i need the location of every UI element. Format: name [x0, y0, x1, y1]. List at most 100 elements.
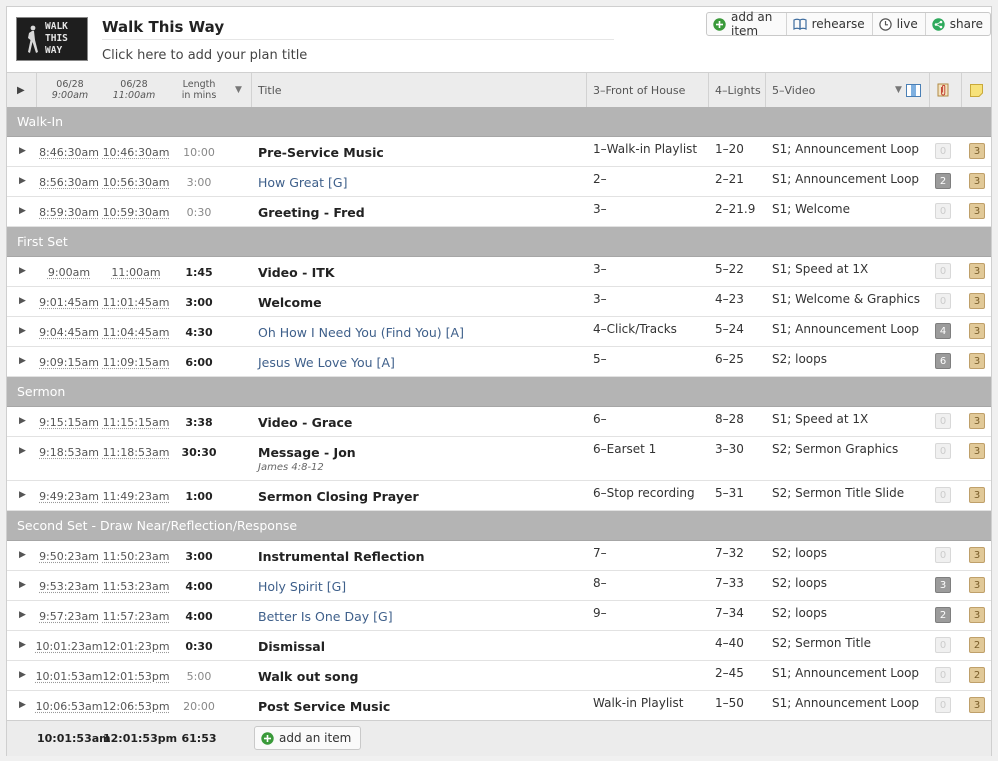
- notes-count-badge[interactable]: 3: [969, 547, 985, 563]
- item-length[interactable]: 30:30: [172, 446, 226, 459]
- attachment-count-badge[interactable]: 2: [935, 173, 951, 189]
- notes-count-badge[interactable]: 3: [969, 143, 985, 159]
- plan-item-row[interactable]: ▶ 9:01:45am 11:01:45am 3:00 Welcome 3– 4–23 S1;…: [7, 287, 991, 317]
- item-time-1[interactable]: 9:04:45am: [31, 326, 107, 339]
- attachment-count-badge[interactable]: 4: [935, 323, 951, 339]
- play-item-icon[interactable]: ▶: [19, 490, 26, 500]
- plan-logo[interactable]: WALK THIS WAY: [16, 17, 88, 61]
- live-button[interactable]: live: [873, 13, 926, 35]
- item-lights[interactable]: 2–21: [715, 172, 744, 186]
- notes-count-badge[interactable]: 3: [969, 263, 985, 279]
- notes-count-badge[interactable]: 3: [969, 173, 985, 189]
- play-item-icon[interactable]: ▶: [19, 296, 26, 306]
- attachment-count-badge[interactable]: 0: [935, 443, 951, 459]
- play-item-icon[interactable]: ▶: [19, 580, 26, 590]
- item-lights[interactable]: 5–31: [715, 486, 744, 500]
- notes-icon[interactable]: [970, 73, 983, 107]
- play-all-icon[interactable]: ▶: [17, 73, 25, 107]
- plan-item-row[interactable]: ▶ 9:04:45am 11:04:45am 4:30 Oh How I Need Yo…: [7, 317, 991, 347]
- item-length[interactable]: 3:00: [172, 176, 226, 189]
- time-column-2[interactable]: 06/28 11:00am: [105, 73, 163, 107]
- plan-name[interactable]: Walk This Way: [102, 18, 224, 36]
- item-time-2[interactable]: 11:09:15am: [97, 356, 175, 369]
- attachment-count-badge[interactable]: 0: [935, 637, 951, 653]
- title-column[interactable]: Title: [258, 73, 282, 107]
- item-foh[interactable]: 6–: [593, 412, 607, 426]
- play-item-icon[interactable]: ▶: [19, 326, 26, 336]
- play-item-icon[interactable]: ▶: [19, 266, 26, 276]
- plan-item-row[interactable]: ▶ 9:09:15am 11:09:15am 6:00 Jesus We Love Yo…: [7, 347, 991, 377]
- item-length[interactable]: 0:30: [172, 206, 226, 219]
- play-item-icon[interactable]: ▶: [19, 670, 26, 680]
- plan-title-input[interactable]: Click here to add your plan title: [102, 48, 307, 63]
- item-time-1[interactable]: 9:49:23am: [31, 490, 107, 503]
- plan-item-row[interactable]: ▶ 9:18:53am 11:18:53am 30:30 Message - Jon Ja…: [7, 437, 991, 481]
- item-lights[interactable]: 1–20: [715, 142, 744, 156]
- item-time-1[interactable]: 8:56:30am: [31, 176, 107, 189]
- item-time-2[interactable]: 10:59:30am: [97, 206, 175, 219]
- item-lights[interactable]: 5–22: [715, 262, 744, 276]
- item-title[interactable]: Holy Spirit [G]: [258, 579, 346, 594]
- item-time-2[interactable]: 11:18:53am: [97, 446, 175, 459]
- item-video[interactable]: S2; Sermon Title Slide: [772, 486, 904, 500]
- notes-count-badge[interactable]: 3: [969, 293, 985, 309]
- section-header[interactable]: Sermon: [7, 377, 991, 407]
- item-time-2[interactable]: 11:04:45am: [97, 326, 175, 339]
- play-item-icon[interactable]: ▶: [19, 610, 26, 620]
- item-foh[interactable]: 8–: [593, 576, 607, 590]
- item-lights[interactable]: 6–25: [715, 352, 744, 366]
- item-time-2[interactable]: 11:53:23am: [97, 580, 175, 593]
- attachment-count-badge[interactable]: 2: [935, 607, 951, 623]
- item-title[interactable]: Greeting - Fred: [258, 205, 365, 220]
- item-time-2[interactable]: 11:49:23am: [97, 490, 175, 503]
- add-item-button[interactable]: add an item: [707, 10, 787, 38]
- item-length[interactable]: 1:45: [172, 266, 226, 279]
- item-video[interactable]: S1; Announcement Loop: [772, 142, 919, 156]
- item-time-2[interactable]: 11:50:23am: [97, 550, 175, 563]
- item-title[interactable]: Better Is One Day [G]: [258, 609, 393, 624]
- item-foh[interactable]: 6–Earset 1: [593, 442, 656, 456]
- share-button[interactable]: share: [926, 13, 990, 35]
- item-length[interactable]: 3:38: [172, 416, 226, 429]
- attachment-count-badge[interactable]: 0: [935, 547, 951, 563]
- notes-count-badge[interactable]: 3: [969, 353, 985, 369]
- item-video[interactable]: S1; Welcome: [772, 202, 850, 216]
- item-foh[interactable]: 5–: [593, 352, 607, 366]
- play-item-icon[interactable]: ▶: [19, 416, 26, 426]
- item-time-1[interactable]: 8:59:30am: [31, 206, 107, 219]
- item-lights[interactable]: 1–50: [715, 696, 744, 710]
- item-video[interactable]: S1; Announcement Loop: [772, 172, 919, 186]
- item-length[interactable]: 4:00: [172, 580, 226, 593]
- item-time-1[interactable]: 9:50:23am: [31, 550, 107, 563]
- item-video[interactable]: S2; Sermon Title: [772, 636, 871, 650]
- item-time-1[interactable]: 9:15:15am: [31, 416, 107, 429]
- item-length[interactable]: 1:00: [172, 490, 226, 503]
- item-time-1[interactable]: 9:01:45am: [31, 296, 107, 309]
- item-lights[interactable]: 4–40: [715, 636, 744, 650]
- notes-count-badge[interactable]: 3: [969, 697, 985, 713]
- item-time-2[interactable]: 11:01:45am: [97, 296, 175, 309]
- item-time-1[interactable]: 10:01:23am: [31, 640, 107, 653]
- item-time-1[interactable]: 8:46:30am: [31, 146, 107, 159]
- play-item-icon[interactable]: ▶: [19, 550, 26, 560]
- time-column-1[interactable]: 06/28 9:00am: [43, 73, 97, 107]
- item-title[interactable]: Pre-Service Music: [258, 145, 384, 160]
- item-title[interactable]: Sermon Closing Prayer: [258, 489, 419, 504]
- item-title[interactable]: Video - ITK: [258, 265, 335, 280]
- notes-count-badge[interactable]: 3: [969, 413, 985, 429]
- length-sort-icon[interactable]: ▼: [235, 73, 242, 107]
- item-time-1[interactable]: 9:57:23am: [31, 610, 107, 623]
- item-lights[interactable]: 5–24: [715, 322, 744, 336]
- item-length[interactable]: 4:30: [172, 326, 226, 339]
- play-item-icon[interactable]: ▶: [19, 640, 26, 650]
- item-time-2[interactable]: 11:00am: [97, 266, 175, 279]
- item-time-2[interactable]: 12:06:53pm: [97, 700, 175, 713]
- item-time-2[interactable]: 11:15:15am: [97, 416, 175, 429]
- plan-item-row[interactable]: ▶ 9:50:23am 11:50:23am 3:00 Instrumental Ref…: [7, 541, 991, 571]
- item-title[interactable]: Oh How I Need You (Find You) [A]: [258, 325, 464, 340]
- item-foh[interactable]: 9–: [593, 606, 607, 620]
- plan-item-row[interactable]: ▶ 9:57:23am 11:57:23am 4:00 Better Is One Da…: [7, 601, 991, 631]
- item-video[interactable]: S2; loops: [772, 606, 827, 620]
- item-length[interactable]: 10:00: [172, 146, 226, 159]
- item-video[interactable]: S2; loops: [772, 576, 827, 590]
